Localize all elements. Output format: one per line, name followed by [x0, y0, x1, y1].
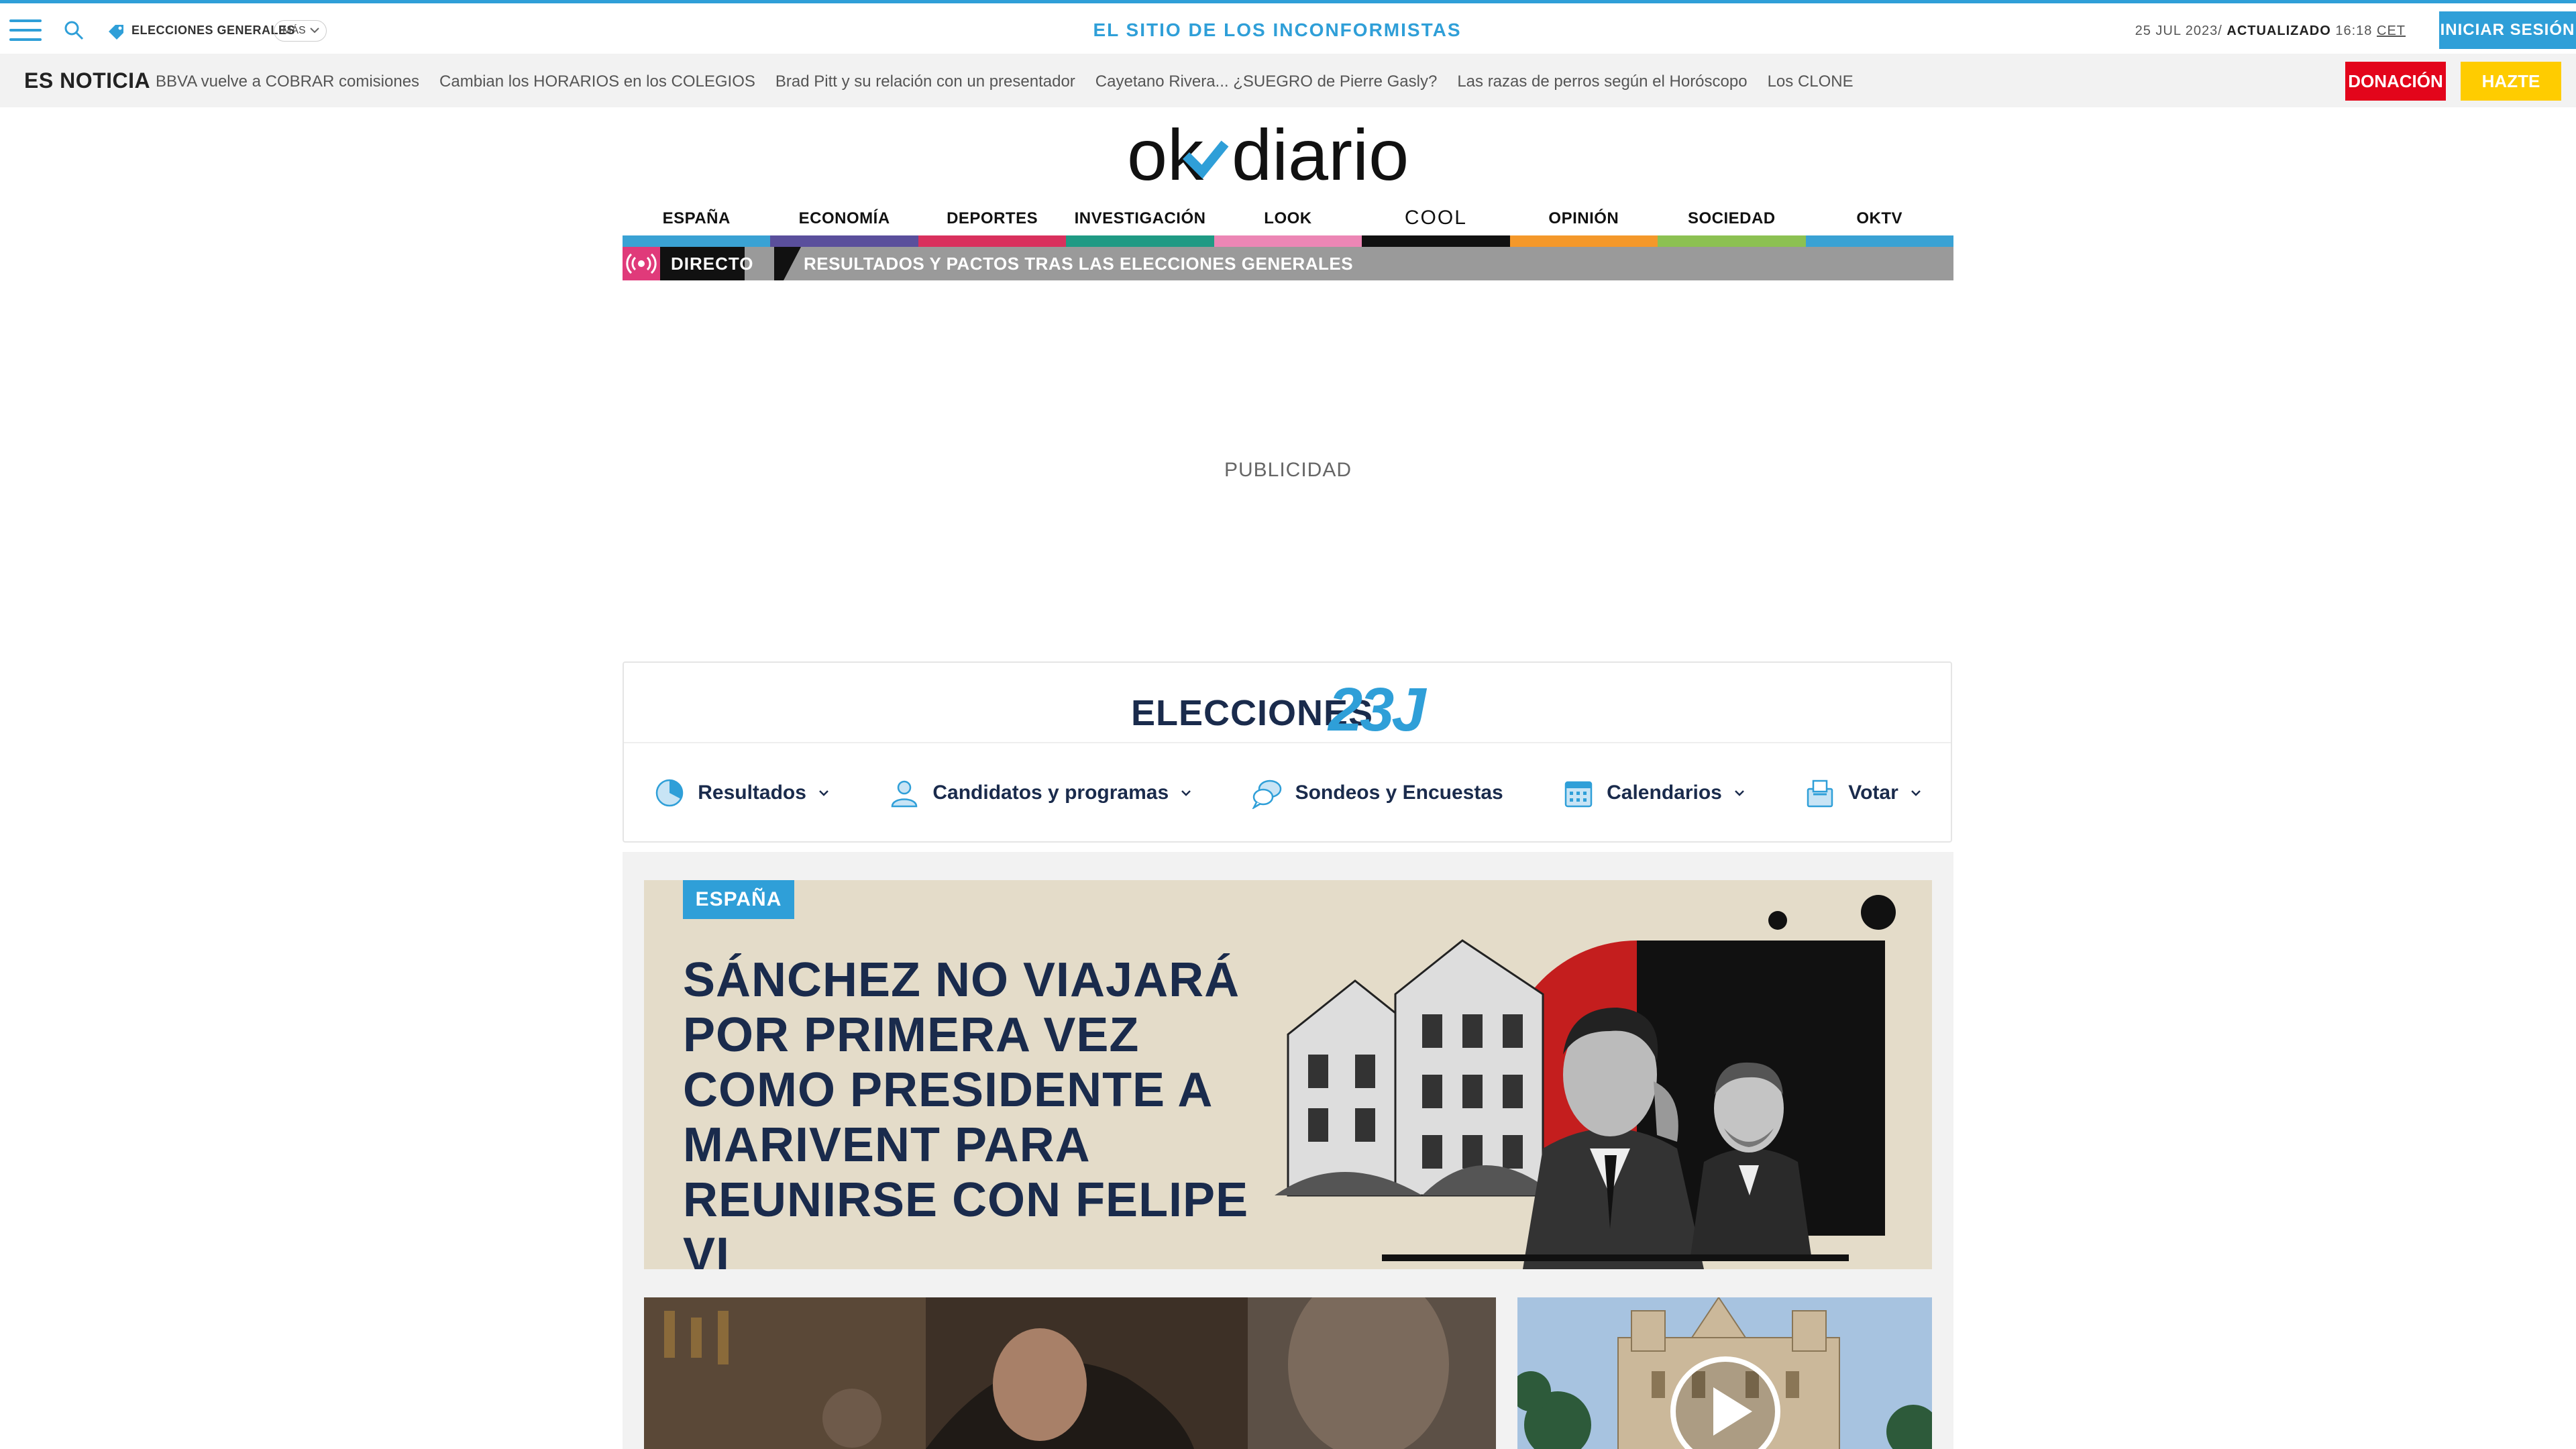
nav-oktv[interactable]: OKTV — [1805, 204, 1953, 247]
live-banner[interactable]: DIRECTO RESULTADOS Y PACTOS TRAS LAS ELE… — [623, 247, 1953, 280]
chevron-down-icon — [819, 790, 828, 796]
elections-badge: 23J — [1328, 676, 1426, 744]
time-text: 16:18 — [2335, 23, 2373, 38]
nav-label: LOOK — [1264, 209, 1312, 227]
nav-label: SOCIEDAD — [1687, 209, 1776, 227]
story-thumbnail-2[interactable] — [1517, 1297, 1932, 1449]
logo-diario-text: diario — [1232, 118, 1409, 193]
live-headline[interactable]: RESULTADOS Y PACTOS TRAS LAS ELECCIONES … — [804, 247, 1353, 280]
chevron-down-icon — [1734, 790, 1744, 796]
story-image-1 — [644, 1297, 1496, 1449]
donate-button[interactable]: DONACIÓN — [2345, 62, 2446, 101]
live-broadcast-icon — [623, 247, 660, 280]
nav-espana[interactable]: ESPAÑA — [623, 204, 771, 247]
timezone-text: CET — [2377, 23, 2406, 38]
nav-label: ECONOMÍA — [798, 209, 890, 227]
chevron-down-icon — [1911, 790, 1921, 796]
user-icon — [892, 780, 918, 808]
trending-list: BBVA vuelve a COBRAR comisiones Cambian … — [156, 72, 1854, 91]
elections-menu: Resultados Candidatos y programas Sondeo… — [624, 743, 1951, 843]
calendar-icon — [1564, 781, 1593, 808]
elections-menu-candidatos[interactable]: Candidatos y programas — [888, 777, 1191, 809]
live-label-slant — [774, 247, 801, 280]
hero-image — [1275, 895, 1896, 1269]
elections-menu-votar[interactable]: Votar — [1804, 777, 1921, 809]
elections-menu-sondeos[interactable]: Sondeos y Encuestas — [1251, 777, 1503, 809]
nav-opinion[interactable]: OPINIÓN — [1509, 204, 1658, 247]
main-nav: ESPAÑA ECONOMÍA DEPORTES INVESTIGACIÓN L… — [623, 204, 1953, 247]
hero-story[interactable]: ESPAÑA SÁNCHEZ NO VIAJARÁ POR PRIMERA VE… — [644, 880, 1932, 1269]
nav-label: ESPAÑA — [662, 209, 731, 227]
nav-label: OKTV — [1856, 209, 1903, 227]
chat-bubbles-icon — [1252, 780, 1281, 809]
elections-menu-label: Votar — [1848, 782, 1898, 804]
nav-investigacion[interactable]: INVESTIGACIÓN — [1066, 204, 1214, 247]
elections-menu-resultados[interactable]: Resultados — [653, 777, 829, 809]
ballot-box-icon — [1807, 780, 1833, 808]
trending-bar: ES NOTICIA BBVA vuelve a COBRAR comision… — [0, 54, 2576, 130]
date-text: 25 JUL 2023/ — [2135, 23, 2222, 38]
trending-link[interactable]: Cayetano Rivera... ¿SUEGRO de Pierre Gas… — [1095, 72, 1438, 91]
live-label: DIRECTO — [660, 247, 753, 280]
hero-headline[interactable]: SÁNCHEZ NO VIAJARÁ POR PRIMERA VEZ COMO … — [683, 953, 1287, 1269]
nav-economia[interactable]: ECONOMÍA — [770, 204, 918, 247]
trending-link[interactable]: Brad Pitt y su relación con un presentad… — [775, 72, 1075, 91]
updated-label: ACTUALIZADO — [2226, 23, 2331, 38]
trending-title: ES NOTICIA — [24, 68, 151, 93]
chevron-down-icon — [1181, 790, 1191, 796]
elections-menu-label: Candidatos y programas — [932, 782, 1169, 804]
nav-look[interactable]: LOOK — [1214, 204, 1362, 247]
date-time: 25 JUL 2023/ ACTUALIZADO 16:18 CET — [2135, 23, 2406, 39]
nav-cool[interactable]: COOL — [1362, 204, 1510, 247]
nav-label: COOL — [1404, 207, 1467, 229]
login-button[interactable]: INICIAR SESIÓN — [2439, 11, 2576, 49]
story-thumbnail-1[interactable] — [644, 1297, 1496, 1449]
elections-module: ELECCIONES 23J Resultados Candidatos y p… — [623, 661, 1952, 843]
elections-menu-label: Resultados — [698, 782, 806, 804]
play-video-icon[interactable] — [1668, 1354, 1783, 1449]
trending-link[interactable]: Los CLONE — [1768, 72, 1854, 91]
trending-link[interactable]: Cambian los HORARIOS en los COLEGIOS — [439, 72, 755, 91]
trending-link[interactable]: BBVA vuelve a COBRAR comisiones — [156, 72, 419, 91]
hero-progress-line — [1382, 1254, 1849, 1261]
nav-sociedad[interactable]: SOCIEDAD — [1658, 204, 1806, 247]
trending-link[interactable]: Las razas de perros según el Horóscopo — [1457, 72, 1747, 91]
elections-menu-calendarios[interactable]: Calendarios — [1562, 777, 1745, 809]
elections-menu-label: Calendarios — [1607, 782, 1722, 804]
nav-deportes[interactable]: DEPORTES — [918, 204, 1067, 247]
elections-header[interactable]: ELECCIONES 23J — [624, 663, 1951, 744]
top-bar: ELECCIONES GENERALES MÁS EL SITIO DE LOS… — [0, 0, 2576, 54]
ad-label: PUBLICIDAD — [1224, 459, 1352, 481]
nav-label: OPINIÓN — [1548, 209, 1619, 227]
hero-section-tag[interactable]: ESPAÑA — [683, 880, 794, 919]
nav-label: INVESTIGACIÓN — [1074, 209, 1206, 227]
okdiario-logo[interactable]: ok diario — [1127, 118, 1449, 193]
become-member-button[interactable]: HAZTE SOCIO — [2461, 62, 2561, 130]
nav-label: DEPORTES — [947, 209, 1038, 227]
elections-menu-label: Sondeos y Encuestas — [1295, 782, 1503, 804]
pie-chart-icon — [655, 779, 684, 807]
